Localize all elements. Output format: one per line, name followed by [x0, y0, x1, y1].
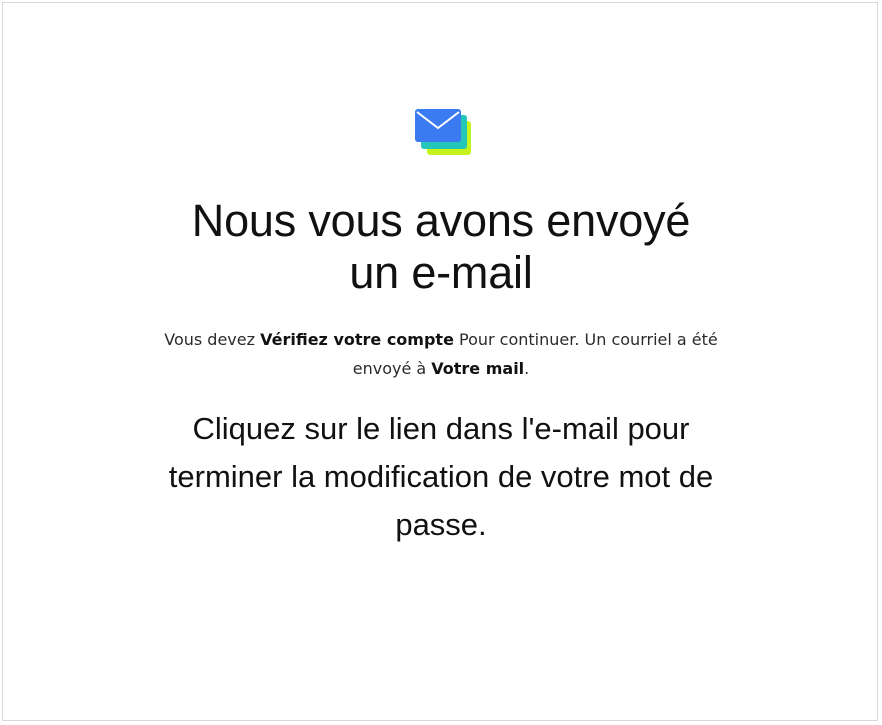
page-frame: Nous vous avons envoyé un e-mail Vous de…	[2, 2, 878, 721]
message-text-1: Vous devez	[164, 330, 261, 349]
instructions-text: Cliquez sur le lien dans l'e-mail pour t…	[168, 411, 714, 542]
envelope-stack-icon	[413, 107, 475, 157]
page-title-line2: un e-mail	[349, 247, 533, 298]
page-title-line1: Nous vous avons envoyé	[191, 195, 691, 246]
verify-account-text: Vérifiez votre compte	[260, 330, 454, 349]
confirmation-panel: Nous vous avons envoyé un e-mail Vous de…	[3, 3, 877, 720]
email-address-text: Votre mail	[431, 359, 525, 378]
page-title: Nous vous avons envoyé un e-mail	[153, 195, 729, 299]
message-text-3: .	[524, 359, 530, 378]
verification-message: Vous devez Vérifiez votre compte Pour co…	[163, 325, 719, 383]
